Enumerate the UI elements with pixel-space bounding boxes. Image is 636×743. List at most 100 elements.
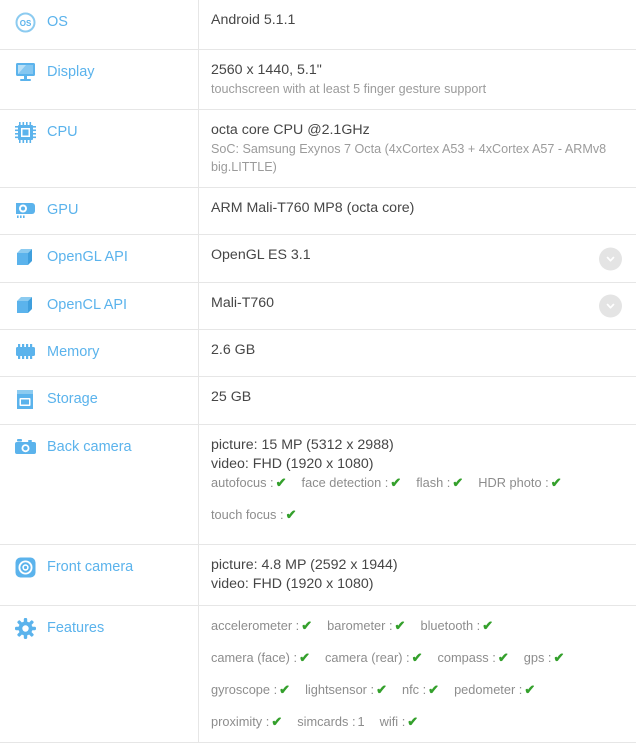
feature-accelerometer: accelerometer :✔	[211, 618, 312, 633]
cpu-chip-icon	[14, 121, 36, 143]
graphics-card-icon	[14, 199, 36, 221]
spec-label-front-camera: Front camera	[47, 556, 133, 578]
display-subtext: touchscreen with at least 5 finger gestu…	[211, 80, 624, 98]
camera-icon	[14, 436, 36, 458]
feature-lightsensor: lightsensor :✔	[305, 682, 387, 697]
feature-camera-face: camera (face) :✔	[211, 650, 310, 665]
label-cell-storage: Storage	[0, 377, 199, 424]
feature-wifi: wifi :✔	[380, 714, 419, 729]
storage-card-icon	[14, 388, 36, 410]
spec-label-features: Features	[47, 617, 104, 639]
value-cell-storage: 25 GB	[199, 377, 636, 424]
gear-icon	[14, 617, 36, 639]
spec-label-os: OS	[47, 11, 68, 33]
value-cell-display: 2560 x 1440, 5.1" touchscreen with at le…	[199, 50, 636, 109]
feature-autofocus: autofocus :✔	[211, 475, 287, 490]
spec-label-back-camera: Back camera	[47, 436, 132, 458]
label-cell-memory: Memory	[0, 330, 199, 376]
check-icon: ✔	[524, 682, 535, 697]
spec-label-opencl: OpenCL API	[47, 294, 127, 316]
value-cell-os: Android 5.1.1	[199, 0, 636, 49]
feature-gps: gps :✔	[524, 650, 565, 665]
feature-proximity: proximity :✔	[211, 714, 282, 729]
value-cell-gpu: ARM Mali-T760 MP8 (octa core)	[199, 188, 636, 234]
cpu-value: octa core CPU @2.1GHz	[211, 121, 624, 140]
spec-row-opencl: OpenCL API Mali-T760	[0, 283, 636, 330]
chevron-down-icon	[605, 253, 616, 264]
check-icon: ✔	[551, 475, 562, 490]
label-cell-os: OS OS	[0, 0, 199, 49]
feature-pedometer: pedometer :✔	[454, 682, 535, 697]
check-icon: ✔	[407, 714, 418, 729]
check-icon: ✔	[395, 618, 406, 633]
front-camera-video: video: FHD (1920 x 1080)	[211, 575, 624, 594]
spec-label-cpu: CPU	[47, 121, 78, 143]
features-line-2: camera (face) :✔camera (rear) :✔compass …	[211, 649, 624, 667]
spec-row-opengl: OpenGL API OpenGL ES 3.1	[0, 235, 636, 283]
check-icon: ✔	[452, 475, 463, 490]
label-cell-back-camera: Back camera	[0, 425, 199, 544]
value-cell-opengl: OpenGL ES 3.1	[199, 235, 636, 282]
opencl-expand-button[interactable]	[599, 295, 622, 318]
check-icon: ✔	[376, 682, 387, 697]
feature-simcards: simcards :1	[297, 714, 364, 729]
label-cell-display: Display	[0, 50, 199, 109]
back-camera-video: video: FHD (1920 x 1080)	[211, 455, 624, 474]
spec-row-os: OS OS Android 5.1.1	[0, 0, 636, 50]
feature-bluetooth: bluetooth :✔	[420, 618, 493, 633]
display-value: 2560 x 1440, 5.1"	[211, 61, 624, 80]
check-icon: ✔	[428, 682, 439, 697]
cube-icon	[14, 294, 36, 316]
feature-compass: compass :✔	[438, 650, 509, 665]
svg-text:OS: OS	[19, 19, 31, 28]
check-icon: ✔	[276, 475, 287, 490]
spec-row-front-camera: Front camera picture: 4.8 MP (2592 x 194…	[0, 545, 636, 606]
value-cell-front-camera: picture: 4.8 MP (2592 x 1944) video: FHD…	[199, 545, 636, 605]
opencl-value: Mali-T760	[211, 294, 624, 313]
label-cell-front-camera: Front camera	[0, 545, 199, 605]
label-cell-opencl: OpenCL API	[0, 283, 199, 329]
front-camera-picture: picture: 4.8 MP (2592 x 1944)	[211, 556, 624, 575]
gpu-value: ARM Mali-T760 MP8 (octa core)	[211, 199, 624, 218]
spec-row-gpu: GPU ARM Mali-T760 MP8 (octa core)	[0, 188, 636, 235]
simcards-value: 1	[358, 714, 365, 729]
storage-value: 25 GB	[211, 388, 624, 407]
label-cell-opengl: OpenGL API	[0, 235, 199, 282]
opengl-value: OpenGL ES 3.1	[211, 246, 624, 265]
value-cell-opencl: Mali-T760	[199, 283, 636, 329]
opengl-expand-button[interactable]	[599, 247, 622, 270]
front-camera-lens-icon	[14, 556, 36, 578]
check-icon: ✔	[299, 650, 310, 665]
os-circle-icon: OS	[14, 11, 36, 33]
spec-row-display: Display 2560 x 1440, 5.1" touchscreen wi…	[0, 50, 636, 110]
chevron-down-icon	[605, 301, 616, 312]
check-icon: ✔	[412, 650, 423, 665]
label-cell-gpu: GPU	[0, 188, 199, 234]
spec-label-storage: Storage	[47, 388, 98, 410]
memory-value: 2.6 GB	[211, 341, 624, 360]
feature-barometer: barometer :✔	[327, 618, 405, 633]
feature-nfc: nfc :✔	[402, 682, 439, 697]
check-icon: ✔	[390, 475, 401, 490]
check-icon: ✔	[498, 650, 509, 665]
feature-touch-focus: touch focus :✔	[211, 507, 296, 522]
value-cell-features: accelerometer :✔ barometer :✔ bluetooth :✔…	[199, 606, 636, 742]
label-cell-features: Features	[0, 606, 199, 742]
features-line-1: accelerometer :✔ barometer :✔ bluetooth :✔	[211, 617, 624, 635]
spec-row-cpu: CPU octa core CPU @2.1GHz SoC: Samsung E…	[0, 110, 636, 188]
back-camera-picture: picture: 15 MP (5312 x 2988)	[211, 436, 624, 455]
spec-row-features: Features accelerometer :✔ barometer :✔ blu…	[0, 606, 636, 743]
spec-label-opengl: OpenGL API	[47, 246, 128, 268]
spec-row-back-camera: Back camera picture: 15 MP (5312 x 2988)…	[0, 425, 636, 545]
check-icon: ✔	[279, 682, 290, 697]
spec-label-memory: Memory	[47, 341, 99, 363]
spec-row-storage: Storage 25 GB	[0, 377, 636, 425]
features-line-3: gyroscope :✔ lightsensor :✔ nfc :✔ pedomete…	[211, 681, 624, 699]
value-cell-back-camera: picture: 15 MP (5312 x 2988) video: FHD …	[199, 425, 636, 544]
check-icon: ✔	[482, 618, 493, 633]
feature-gyroscope: gyroscope :✔	[211, 682, 290, 697]
features-line-4: proximity :✔ simcards :1 wifi :✔	[211, 713, 624, 731]
monitor-icon	[14, 61, 36, 83]
check-icon: ✔	[271, 714, 282, 729]
feature-face-detection: face detection :✔	[302, 475, 402, 490]
